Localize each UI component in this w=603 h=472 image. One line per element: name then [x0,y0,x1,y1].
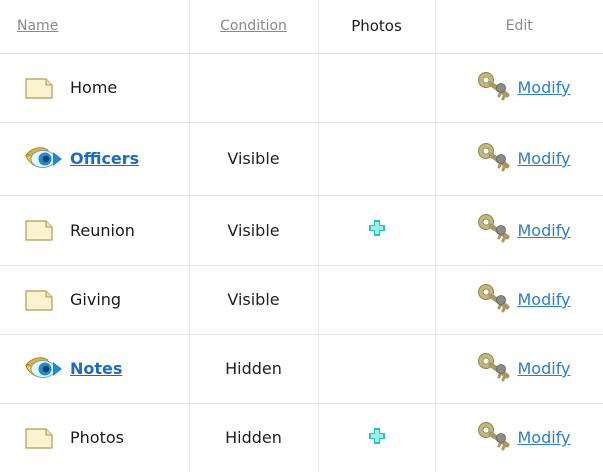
table-row: Giving Visible Modify [0,265,603,335]
condition-cell: Hidden [189,334,319,404]
table-row: Notes Hidden Modify [0,334,603,404]
condition-text: Visible [227,149,280,168]
column-header-name[interactable]: Name [0,0,190,54]
name-cell: Photos [0,403,190,472]
page-icon [24,285,64,315]
photos-cell [318,265,436,335]
condition-text: Visible [227,290,280,309]
page-name: Reunion [70,220,135,240]
column-header-edit: Edit [435,0,603,54]
table-row: Home Modify [0,53,603,123]
name-cell: Notes [0,334,190,404]
page-name: Photos [70,428,124,448]
condition-text: Hidden [225,359,282,378]
condition-cell: Hidden [189,403,319,472]
modify-link[interactable]: Modify [518,359,571,378]
page-icon [24,215,64,245]
edit-cell: Modify [435,403,603,472]
photos-cell [318,53,436,123]
add-photo-icon[interactable] [368,427,386,449]
column-header-photos: Photos [318,0,436,54]
pages-table-container: Name Condition Photos Edit Home Modify O… [0,0,603,472]
table-header-row: Name Condition Photos Edit [0,0,603,54]
add-photo-icon[interactable] [368,220,386,241]
eye-icon[interactable] [24,354,64,384]
name-cell: Giving [0,265,190,335]
key-icon [476,71,514,105]
table-row: Photos Hidden Modify [0,403,603,472]
modify-link[interactable]: Modify [518,149,571,168]
condition-cell [189,53,319,123]
photos-cell [318,403,436,472]
key-icon [476,421,514,455]
table-row: Reunion Visible Modify [0,195,603,266]
edit-cell: Modify [435,122,603,196]
modify-link[interactable]: Modify [518,221,571,240]
edit-cell: Modify [435,53,603,123]
key-icon [476,352,514,386]
name-cell: Home [0,53,190,123]
name-cell: Officers [0,122,190,196]
photos-cell [318,122,436,196]
key-icon [476,213,514,247]
pages-table: Name Condition Photos Edit Home Modify O… [0,0,603,472]
eye-icon[interactable] [24,144,64,174]
column-header-condition[interactable]: Condition [189,0,319,54]
condition-text: Visible [227,220,280,240]
condition-cell: Visible [189,265,319,335]
modify-link[interactable]: Modify [518,78,571,97]
photos-cell [318,334,436,404]
page-icon [24,423,64,453]
modify-link[interactable]: Modify [518,428,571,447]
condition-cell: Visible [189,195,319,266]
modify-link[interactable]: Modify [518,290,571,309]
table-row: Officers Visible Modify [0,122,603,196]
edit-cell: Modify [435,265,603,335]
page-icon [24,73,64,103]
page-name: Giving [70,290,122,309]
key-icon [476,283,514,317]
name-cell: Reunion [0,195,190,266]
page-name: Home [70,78,118,97]
edit-cell: Modify [435,195,603,266]
condition-text: Hidden [225,428,282,448]
section-link[interactable]: Officers [70,149,139,168]
edit-cell: Modify [435,334,603,404]
section-link[interactable]: Notes [70,359,122,378]
condition-cell: Visible [189,122,319,196]
key-icon [476,142,514,176]
photos-cell [318,195,436,266]
